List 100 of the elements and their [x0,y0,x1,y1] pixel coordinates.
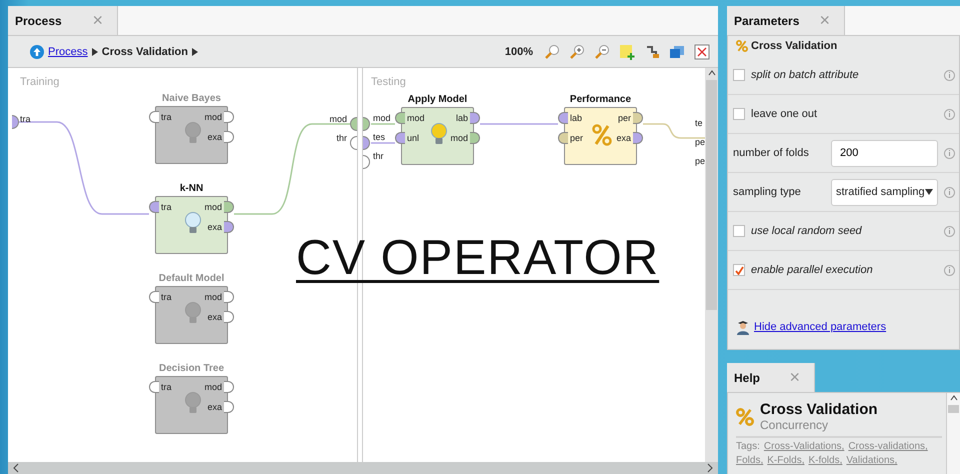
parameter-label: number of folds [733,147,810,159]
input-port[interactable] [363,136,370,150]
help-group: Concurrency [760,418,878,432]
parameter-label: use local random seed [751,225,863,237]
tag-link[interactable]: Validations, [846,454,898,468]
input-port[interactable] [363,155,370,169]
parameter-label: sampling type [733,186,802,198]
user-icon [736,320,750,334]
percent-icon [736,40,748,52]
input-port[interactable] [558,132,568,144]
port-label: mod [204,382,222,392]
tab-title: Process [15,14,62,28]
scroll-up-icon[interactable] [950,393,958,403]
info-icon[interactable] [944,186,955,198]
tag-link[interactable]: Cross-Validations, [764,440,844,454]
tag-link[interactable]: K-folds, [808,454,842,468]
close-icon[interactable]: × [789,367,800,388]
scroll-right-icon[interactable] [706,463,714,473]
process-tab[interactable]: Process × [8,6,118,35]
checkbox[interactable] [733,264,745,276]
checkbox[interactable] [733,108,745,120]
port-label: tra [161,112,172,122]
operator-name: Cross Validation [751,40,838,52]
parameters-tab[interactable]: Parameters × [727,6,845,35]
info-icon[interactable] [944,108,955,120]
port-label: te [695,118,703,128]
port-label: mod [204,202,222,212]
checkbox[interactable] [733,69,745,81]
tab-title: Help [734,370,760,384]
port-label: tra [161,202,172,212]
output-port[interactable] [470,112,480,124]
port-label: mod [204,112,222,122]
port-label: thr [373,151,384,161]
output-port[interactable] [350,136,357,150]
add-note-icon[interactable] [619,44,635,60]
info-icon[interactable] [944,148,955,158]
port-label: tra [161,382,172,392]
input-port[interactable] [395,112,405,124]
port-label: mod [407,113,425,123]
scroll-thumb[interactable] [706,80,717,310]
zoom-reset-icon[interactable] [544,44,560,60]
info-icon[interactable] [944,70,955,80]
number-field[interactable]: 200 [831,140,938,166]
input-port[interactable] [12,115,19,129]
plug-icon[interactable] [644,44,660,60]
help-tab[interactable]: Help × [727,363,815,392]
scroll-thumb[interactable] [948,405,959,413]
panel-label: Training [20,76,60,88]
operator-node[interactable] [401,107,474,165]
port-label: mod [329,114,347,124]
vertical-scrollbar[interactable] [705,68,718,462]
overlay-title: CV OPERATOR [296,230,660,286]
input-port[interactable] [363,117,370,131]
checkbox[interactable] [733,225,745,237]
scroll-left-icon[interactable] [12,463,20,473]
output-port[interactable] [224,201,234,213]
info-icon[interactable] [944,226,955,236]
parameter-label: enable parallel execution [751,264,874,276]
output-port[interactable] [633,112,643,124]
output-port[interactable] [470,132,480,144]
tag-link[interactable]: K-Folds, [767,454,804,468]
port-label: mod [373,113,391,123]
input-port[interactable] [558,112,568,124]
panel-label: Testing [371,76,406,88]
tag-link[interactable]: Cross-validations, [848,440,928,454]
input-port[interactable] [395,132,405,144]
select-dropdown[interactable]: stratified sampling [831,178,938,206]
help-title: Cross Validation [760,401,878,418]
percent-icon [736,406,754,426]
port-label: lab [456,113,468,123]
tag-link[interactable]: Folds, [736,454,764,468]
fit-view-icon[interactable] [694,44,710,60]
breadcrumb-link[interactable]: Process [48,46,88,58]
output-port[interactable] [633,132,643,144]
operator-node[interactable] [564,107,637,165]
tags-label: Tags: [736,440,760,454]
layers-icon[interactable] [669,44,685,60]
zoom-out-icon[interactable] [594,44,610,60]
port-label: lab [570,113,582,123]
input-port[interactable] [149,201,159,213]
caret-icon[interactable] [192,48,198,56]
port-label: tra [20,114,31,124]
output-port[interactable] [224,221,234,233]
vertical-scrollbar[interactable] [946,393,960,474]
connection-line [371,142,395,144]
close-icon[interactable]: × [819,10,830,31]
info-icon[interactable] [944,264,955,276]
port-label: exa [207,132,222,142]
operator-title: Performance [570,94,632,105]
hide-advanced-link[interactable]: Hide advanced parameters [754,321,886,333]
close-icon[interactable]: × [92,10,103,31]
caret-icon [92,48,98,56]
operator-title: Apply Model [408,94,468,105]
zoom-in-icon[interactable] [569,44,585,60]
port-label: per [618,113,631,123]
scroll-up-icon[interactable] [708,68,716,78]
output-port[interactable] [350,117,357,131]
operator-node[interactable] [155,196,228,254]
horizontal-scrollbar[interactable] [8,462,718,474]
connection-line [371,123,395,125]
